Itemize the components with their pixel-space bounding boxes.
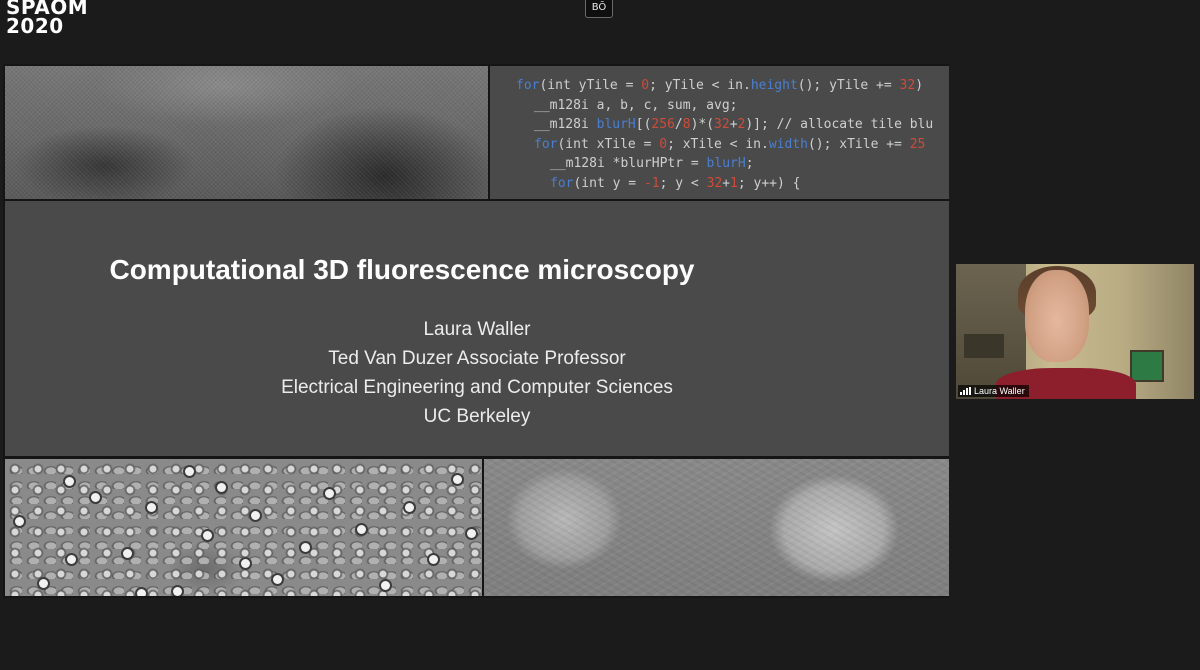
bright-cell bbox=[67, 555, 76, 564]
signal-bars-icon bbox=[960, 387, 971, 395]
bright-cell bbox=[173, 587, 182, 596]
logo-line-2: 2020 bbox=[6, 14, 64, 38]
organoid-image-tile bbox=[484, 459, 949, 596]
slide-subtitle-block: Laura Waller Ted Van Duzer Associate Pro… bbox=[5, 315, 949, 431]
bright-cell bbox=[453, 475, 462, 484]
author-department: Electrical Engineering and Computer Scie… bbox=[281, 377, 673, 398]
bright-cell bbox=[381, 581, 390, 590]
code-line: for(int y = -1; y < 32+1; y++) { bbox=[550, 175, 801, 191]
bright-cell bbox=[39, 579, 48, 588]
cell-culture-image-tile bbox=[5, 459, 482, 596]
bright-cell bbox=[15, 517, 24, 526]
code-line: for(int yTile = 0; yTile < in.height(); … bbox=[516, 78, 924, 93]
participant-name-tag: Laura Waller bbox=[958, 385, 1029, 397]
bright-cell bbox=[429, 555, 438, 564]
slide-title: Computational 3D fluorescence microscopy bbox=[109, 254, 695, 285]
author-position: Ted Van Duzer Associate Professor bbox=[328, 348, 626, 369]
author-institution: UC Berkeley bbox=[423, 406, 531, 427]
bright-cell bbox=[405, 503, 414, 512]
bright-cell bbox=[185, 467, 194, 476]
bright-cell bbox=[241, 559, 250, 568]
video-background-shelf bbox=[964, 334, 1004, 358]
top-center-badge[interactable]: BŌ bbox=[585, 0, 613, 18]
code-lines: for(int yTile = 0; yTile < in.height(); … bbox=[490, 76, 949, 193]
participant-name: Laura Waller bbox=[974, 386, 1025, 396]
noise-image-tile bbox=[5, 66, 488, 199]
bright-cell bbox=[203, 531, 212, 540]
bright-cell bbox=[123, 549, 132, 558]
bright-cell bbox=[251, 511, 260, 520]
shared-slide: for(int yTile = 0; yTile < in.height(); … bbox=[3, 64, 949, 598]
bright-cell bbox=[147, 503, 156, 512]
title-band: Computational 3D fluorescence microscopy… bbox=[5, 201, 949, 456]
author-name: Laura Waller bbox=[423, 319, 531, 340]
bright-cell bbox=[325, 489, 334, 498]
code-line: __m128i blurH[(256/8)*(32+2)]; // alloca… bbox=[534, 117, 934, 132]
bright-cell bbox=[91, 493, 100, 502]
code-line: for(int xTile = 0; xTile < in.width(); x… bbox=[534, 136, 926, 152]
bright-cell bbox=[301, 543, 310, 552]
bright-cell bbox=[273, 575, 282, 584]
participant-face bbox=[1025, 270, 1089, 362]
video-background-picture bbox=[1130, 350, 1164, 382]
bright-cell bbox=[65, 477, 74, 486]
code-snippet-tile: for(int yTile = 0; yTile < in.height(); … bbox=[490, 66, 949, 199]
spaom-logo: SPAOM 2020 bbox=[6, 0, 88, 36]
participant-video-tile[interactable]: Laura Waller bbox=[956, 264, 1194, 399]
code-line: __m128i *blurHPtr = blurH; bbox=[550, 156, 754, 171]
bright-cell bbox=[467, 529, 476, 538]
bright-cell bbox=[137, 589, 146, 596]
bright-cell bbox=[357, 525, 366, 534]
bright-cell bbox=[217, 483, 226, 492]
code-line: __m128i a, b, c, sum, avg; bbox=[534, 97, 738, 113]
